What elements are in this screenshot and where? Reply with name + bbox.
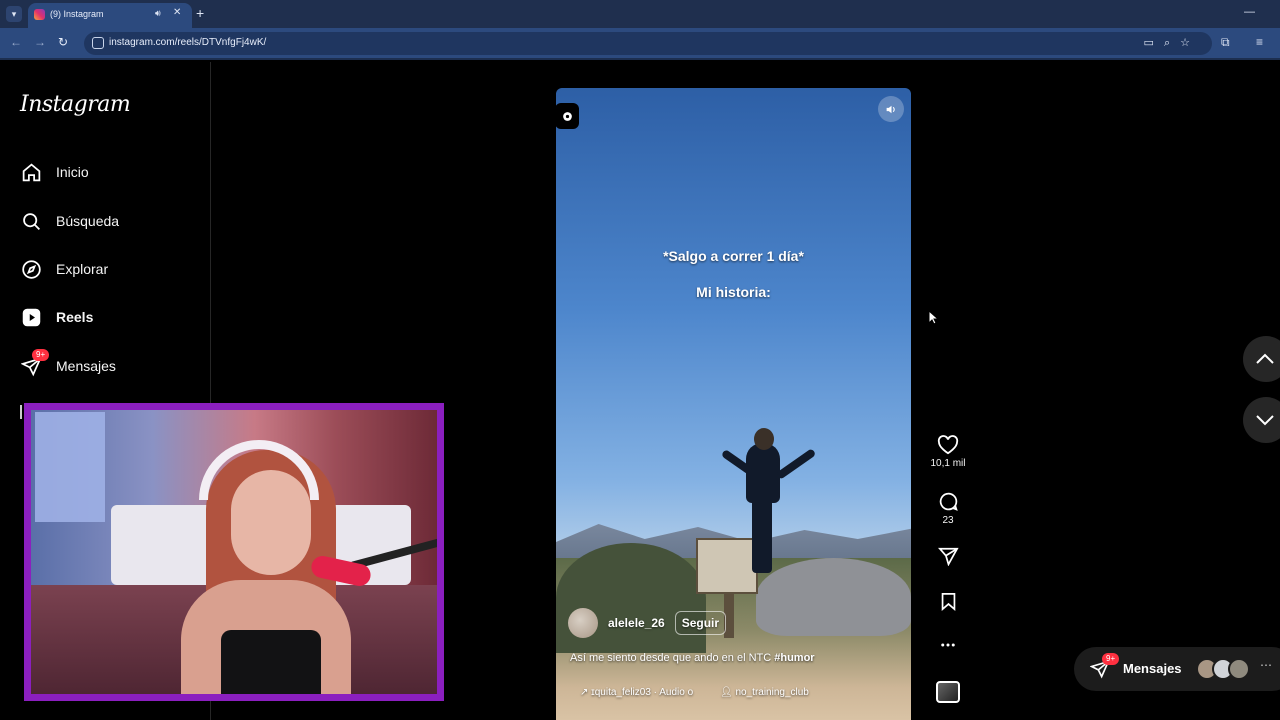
reel-caption-line1: *Salgo a correr 1 día* — [663, 248, 804, 264]
bookmark-icon — [941, 593, 955, 611]
sidebar-item-label: Búsqueda — [56, 213, 120, 229]
extensions-icon[interactable]: ⧉ — [1221, 35, 1230, 50]
more-options-button[interactable] — [930, 636, 966, 654]
sidebar-item-label: Reels — [56, 309, 94, 325]
audio-attribution[interactable]: ↗ ɪquita_feliz03 · Audio o — [580, 687, 693, 698]
hashtag-link[interactable]: #humor — [774, 652, 814, 664]
notification-badge: 9+ — [32, 349, 50, 361]
like-button[interactable]: 10,1 mil — [930, 435, 966, 469]
sidebar-item-label: Mensajes — [56, 358, 116, 374]
cast-icon[interactable]: ▭ — [1144, 37, 1164, 49]
close-tab-icon[interactable]: ✕ — [173, 7, 181, 18]
reel-author: alelele_26 Seguir — [568, 608, 727, 638]
notification-badge: 9+ — [1102, 653, 1120, 665]
reload-icon[interactable]: ↻ — [58, 35, 68, 49]
audio-name: ɪquita_feliz03 · Audio o — [591, 687, 694, 698]
new-tab-button[interactable]: + — [196, 5, 204, 21]
home-icon — [20, 161, 42, 183]
share-button[interactable] — [930, 547, 966, 566]
comment-count: 23 — [942, 515, 954, 526]
minimize-window-button[interactable]: — — [1244, 6, 1255, 18]
webcam-streamer-top — [221, 630, 321, 694]
chevron-down-icon — [1256, 415, 1274, 426]
comment-icon — [939, 492, 958, 511]
tagged-account[interactable]: 👤︎ no_training_club — [720, 687, 809, 698]
chevron-up-icon — [1256, 353, 1274, 364]
back-arrow-icon[interactable]: ← — [10, 35, 22, 49]
person-head — [754, 428, 774, 450]
sidebar-item-mensajes[interactable]: 9+ Mensajes — [20, 349, 116, 380]
forward-arrow-icon[interactable]: → — [34, 35, 46, 49]
heart-icon — [937, 435, 959, 455]
url-text[interactable]: instagram.com/reels/DTVnfgFj4wK/ — [109, 37, 266, 48]
browser-tab[interactable]: (9) Instagram 🔊︎ ✕ — [28, 3, 192, 28]
address-bar[interactable]: instagram.com/reels/DTVnfgFj4wK/ ▭⌕☆ — [84, 32, 1212, 55]
more-icon: ⋯ — [1260, 658, 1272, 672]
audio-thumbnail[interactable] — [936, 681, 960, 703]
sidebar-item-busqueda[interactable]: Búsqueda — [20, 207, 119, 235]
search-icon — [20, 210, 42, 232]
sidebar-item-explorar[interactable]: Explorar — [20, 255, 108, 283]
browser-tab-strip: ▾ (9) Instagram 🔊︎ ✕ + — — [0, 0, 1280, 28]
avatar[interactable] — [568, 608, 598, 638]
messages-icon: 9+ — [20, 349, 50, 377]
instagram-logo[interactable]: Instagram — [20, 92, 131, 117]
like-count: 10,1 mil — [930, 458, 966, 469]
sidebar-item-inicio[interactable]: Inicio — [20, 158, 89, 186]
sidebar-item-reels[interactable]: Reels — [20, 303, 93, 331]
follow-button[interactable]: Seguir — [674, 611, 727, 635]
person-arm — [775, 448, 817, 480]
person-legs — [752, 498, 772, 573]
arrow-icon: ↗ — [580, 687, 592, 698]
author-username[interactable]: alelele_26 — [608, 616, 665, 630]
instagram-favicon-icon — [34, 9, 45, 20]
media-controls-icon[interactable]: ≡ — [1256, 35, 1263, 49]
tab-search-button[interactable]: ▾ — [6, 6, 22, 22]
webcam-overlay — [24, 403, 444, 701]
messages-floating-button[interactable]: 9+ Mensajes ⋯ — [1074, 647, 1280, 691]
mouse-cursor-icon — [928, 310, 938, 325]
share-icon — [937, 547, 959, 566]
compass-icon — [20, 258, 42, 280]
video-settings-icon[interactable] — [555, 103, 579, 129]
more-icon — [941, 643, 955, 647]
messages-label: Mensajes — [1123, 661, 1182, 676]
tagged-name: no_training_club — [735, 687, 809, 698]
reel-rock — [756, 558, 911, 636]
reel-caption-line2: Mi historia: — [696, 284, 771, 300]
description-text: Así me siento desde que ando en el NTC — [570, 652, 772, 664]
previous-reel-button[interactable] — [1243, 336, 1280, 382]
tab-title: (9) Instagram — [50, 9, 104, 19]
sidebar-item-label: Inicio — [56, 164, 89, 180]
reel-sign — [696, 538, 758, 594]
save-button[interactable] — [930, 592, 966, 611]
address-bar-actions: ▭⌕☆ — [1144, 36, 1200, 50]
comment-button[interactable]: 23 — [930, 491, 966, 526]
reels-icon — [20, 306, 42, 328]
person-figure — [746, 443, 780, 503]
reel-description[interactable]: Así me siento desde que ando en el NTC #… — [570, 652, 815, 664]
speaker-icon[interactable]: 🔊︎ — [155, 8, 161, 19]
sidebar-item-label: Explorar — [56, 261, 109, 277]
conversation-avatars — [1196, 658, 1250, 680]
webcam-window — [35, 412, 105, 522]
browser-toolbar: ← → ↻ instagram.com/reels/DTVnfgFj4wK/ ▭… — [0, 28, 1280, 60]
next-reel-button[interactable] — [1243, 397, 1280, 443]
person-icon: 👤︎ — [720, 687, 736, 698]
bookmark-star-icon[interactable]: ☆ — [1180, 37, 1200, 49]
avatar — [1228, 658, 1250, 680]
zoom-icon[interactable]: ⌕ — [1164, 37, 1180, 49]
volume-icon[interactable] — [878, 96, 904, 122]
site-info-icon[interactable] — [92, 37, 104, 49]
